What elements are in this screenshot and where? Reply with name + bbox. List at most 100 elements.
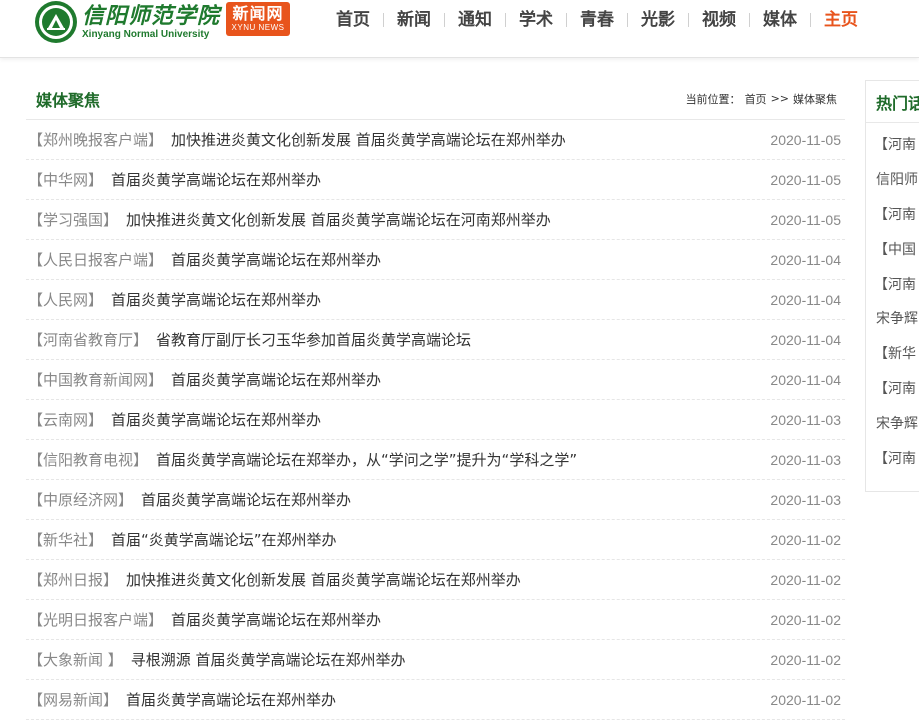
item-title-link[interactable]: 首届炎黄学高端论坛在郑州举办 — [111, 169, 321, 190]
section-header: 媒体聚焦 当前位置： 首页 >> 媒体聚焦 — [26, 78, 845, 120]
item-title-link[interactable]: 首届炎黄学高端论坛在郑州举办 — [111, 289, 321, 310]
hot-topic-item[interactable]: 宋争辉 — [866, 301, 919, 336]
item-date: 2020-11-04 — [770, 251, 841, 268]
news-list-item[interactable]: 【学习强国】 加快推进炎黄文化创新发展 首届炎黄学高端论坛在河南郑州举办 2020… — [26, 200, 845, 240]
item-date: 2020-11-02 — [770, 571, 841, 588]
item-title-link[interactable]: 加快推进炎黄文化创新发展 首届炎黄学高端论坛在郑州举办 — [126, 569, 521, 590]
item-date: 2020-11-04 — [770, 371, 841, 388]
item-date: 2020-11-02 — [770, 691, 841, 708]
logo-english-name: Xinyang Normal University — [82, 28, 210, 40]
item-source: 【人民网】 — [28, 291, 104, 309]
item-source: 【中原经济网】 — [28, 491, 134, 509]
nav-item-media[interactable]: 媒体 — [750, 6, 810, 34]
item-title-link[interactable]: 首届炎黄学高端论坛在郑州举办 — [171, 249, 381, 270]
news-site-badge: 新闻网 XYNU NEWS — [226, 2, 291, 36]
nav-item-home[interactable]: 首页 — [323, 6, 383, 34]
item-title-link[interactable]: 首届炎黄学高端论坛在郑州举办 — [141, 489, 351, 510]
item-source: 【河南省教育厅】 — [28, 331, 149, 349]
item-source: 【中华网】 — [28, 171, 104, 189]
item-date: 2020-11-05 — [770, 131, 841, 148]
news-list-item[interactable]: 【中原经济网】 首届炎黄学高端论坛在郑州举办 2020-11-03 — [26, 480, 845, 520]
breadcrumb-prefix: 当前位置： — [685, 92, 741, 106]
news-list: 【郑州晚报客户端】 加快推进炎黄文化创新发展 首届炎黄学高端论坛在郑州举办 202… — [26, 120, 845, 720]
news-list-item[interactable]: 【大象新闻 】寻根溯源 首届炎黄学高端论坛在郑州举办 2020-11-02 — [26, 640, 845, 680]
hot-topic-item[interactable]: 信阳师 — [866, 162, 919, 197]
badge-english: XYNU NEWS — [231, 23, 285, 32]
item-title-link[interactable]: 首届炎黄学高端论坛在郑州举办 — [171, 609, 381, 630]
item-title-link[interactable]: 首届“炎黄学高端论坛”在郑州举办 — [111, 529, 337, 550]
news-list-item[interactable]: 【中华网】 首届炎黄学高端论坛在郑州举办 2020-11-05 — [26, 160, 845, 200]
breadcrumb-home-link[interactable]: 首页 — [745, 91, 767, 107]
logo-chinese-name: 信阳师范学院 — [82, 2, 221, 29]
item-title-link[interactable]: 寻根溯源 首届炎黄学高端论坛在郑州举办 — [131, 649, 406, 670]
item-title-link[interactable]: 省教育厅副厅长刁玉华参加首届炎黄学高端论坛 — [156, 329, 471, 350]
logo-text: 信阳师范学院 Xinyang Normal University — [82, 4, 220, 41]
item-source: 【人民日报客户端】 — [28, 251, 164, 269]
item-date: 2020-11-05 — [770, 171, 841, 188]
breadcrumb-current: 媒体聚焦 — [793, 92, 837, 106]
hot-topic-item[interactable]: 【河南 — [866, 440, 919, 475]
news-list-item[interactable]: 【郑州晚报客户端】 加快推进炎黄文化创新发展 首届炎黄学高端论坛在郑州举办 202… — [26, 120, 845, 160]
hot-topics-list: 【河南 信阳师 【河南 【中国 【河南 宋争辉 【新华 【河南 宋争辉 【河南 — [866, 123, 919, 475]
item-date: 2020-11-02 — [770, 531, 841, 548]
news-list-item[interactable]: 【网易新闻】 首届炎黄学高端论坛在郑州举办 2020-11-02 — [26, 680, 845, 720]
item-date: 2020-11-03 — [770, 411, 841, 428]
item-source: 【云南网】 — [28, 411, 104, 429]
news-list-item[interactable]: 【人民网】 首届炎黄学高端论坛在郑州举办 2020-11-04 — [26, 280, 845, 320]
item-source: 【光明日报客户端】 — [28, 611, 164, 629]
site-header: 信阳师范学院 Xinyang Normal University 新闻网 XYN… — [0, 0, 919, 58]
item-date: 2020-11-04 — [770, 331, 841, 348]
item-source: 【郑州日报】 — [28, 571, 119, 589]
item-title-link[interactable]: 首届炎黄学高端论坛在郑州举办 — [171, 369, 381, 390]
item-title-link[interactable]: 加快推进炎黄文化创新发展 首届炎黄学高端论坛在郑州举办 — [171, 129, 566, 150]
nav-item-photos[interactable]: 光影 — [628, 6, 688, 34]
nav-item-academic[interactable]: 学术 — [506, 6, 566, 34]
item-title-link[interactable]: 首届炎黄学高端论坛在郑州举办 — [111, 409, 321, 430]
news-list-item[interactable]: 【人民日报客户端】 首届炎黄学高端论坛在郑州举办 2020-11-04 — [26, 240, 845, 280]
item-date: 2020-11-03 — [770, 451, 841, 468]
page-title: 媒体聚焦 — [36, 90, 101, 110]
breadcrumb: 当前位置： 首页 >> 媒体聚焦 — [682, 91, 837, 107]
item-source: 【大象新闻 】 — [28, 651, 123, 669]
main-nav: 首页 新闻 通知 学术 青春 光影 视频 媒体 主页 — [323, 6, 871, 34]
media-focus-section: 媒体聚焦 当前位置： 首页 >> 媒体聚焦 【郑州晚报客户端】 加快推进炎黄文化创… — [26, 78, 845, 720]
news-list-item[interactable]: 【云南网】 首届炎黄学高端论坛在郑州举办 2020-11-03 — [26, 400, 845, 440]
item-date: 2020-11-02 — [770, 611, 841, 628]
breadcrumb-separator: >> — [770, 92, 789, 105]
hot-topics-sidebar: 热门话 【河南 信阳师 【河南 【中国 【河南 宋争辉 【新华 【河南 宋争辉 … — [865, 80, 919, 492]
item-date: 2020-11-05 — [770, 211, 841, 228]
item-source: 【网易新闻】 — [28, 691, 119, 709]
nav-item-homepage[interactable]: 主页 — [811, 6, 871, 34]
item-source: 【新华社】 — [28, 531, 104, 549]
item-date: 2020-11-04 — [770, 291, 841, 308]
hot-topic-item[interactable]: 宋争辉 — [866, 405, 919, 440]
hot-topic-item[interactable]: 【中国 — [866, 231, 919, 266]
news-list-item[interactable]: 【中国教育新闻网】 首届炎黄学高端论坛在郑州举办 2020-11-04 — [26, 360, 845, 400]
site-logo[interactable]: 信阳师范学院 Xinyang Normal University 新闻网 XYN… — [34, 0, 291, 44]
hot-topic-item[interactable]: 【河南 — [866, 127, 919, 162]
item-title-link[interactable]: 首届炎黄学高端论坛在郑州举办 — [126, 689, 336, 710]
news-list-item[interactable]: 【信阳教育电视】 首届炎黄学高端论坛在郑举办，从“学问之学”提升为“学科之学” 2… — [26, 440, 845, 480]
item-date: 2020-11-02 — [770, 651, 841, 668]
item-title-link[interactable]: 首届炎黄学高端论坛在郑举办，从“学问之学”提升为“学科之学” — [156, 449, 577, 470]
hot-topic-item[interactable]: 【河南 — [866, 266, 919, 301]
nav-item-youth[interactable]: 青春 — [567, 6, 627, 34]
news-list-item[interactable]: 【光明日报客户端】 首届炎黄学高端论坛在郑州举办 2020-11-02 — [26, 600, 845, 640]
university-emblem-icon — [35, 1, 77, 43]
item-title-link[interactable]: 加快推进炎黄文化创新发展 首届炎黄学高端论坛在河南郑州举办 — [126, 209, 551, 230]
item-source: 【信阳教育电视】 — [28, 451, 149, 469]
nav-item-notices[interactable]: 通知 — [445, 6, 505, 34]
item-source: 【学习强国】 — [28, 211, 119, 229]
item-source: 【中国教育新闻网】 — [28, 371, 164, 389]
sidebar-title: 热门话 — [866, 81, 919, 123]
item-source: 【郑州晚报客户端】 — [28, 131, 164, 149]
news-list-item[interactable]: 【河南省教育厅】 省教育厅副厅长刁玉华参加首届炎黄学高端论坛 2020-11-04 — [26, 320, 845, 360]
nav-item-news[interactable]: 新闻 — [384, 6, 444, 34]
hot-topic-item[interactable]: 【河南 — [866, 371, 919, 406]
nav-item-video[interactable]: 视频 — [689, 6, 749, 34]
news-list-item[interactable]: 【郑州日报】 加快推进炎黄文化创新发展 首届炎黄学高端论坛在郑州举办 2020-1… — [26, 560, 845, 600]
hot-topic-item[interactable]: 【河南 — [866, 197, 919, 232]
news-list-item[interactable]: 【新华社】 首届“炎黄学高端论坛”在郑州举办 2020-11-02 — [26, 520, 845, 560]
hot-topic-item[interactable]: 【新华 — [866, 336, 919, 371]
badge-chinese: 新闻网 — [232, 4, 284, 23]
